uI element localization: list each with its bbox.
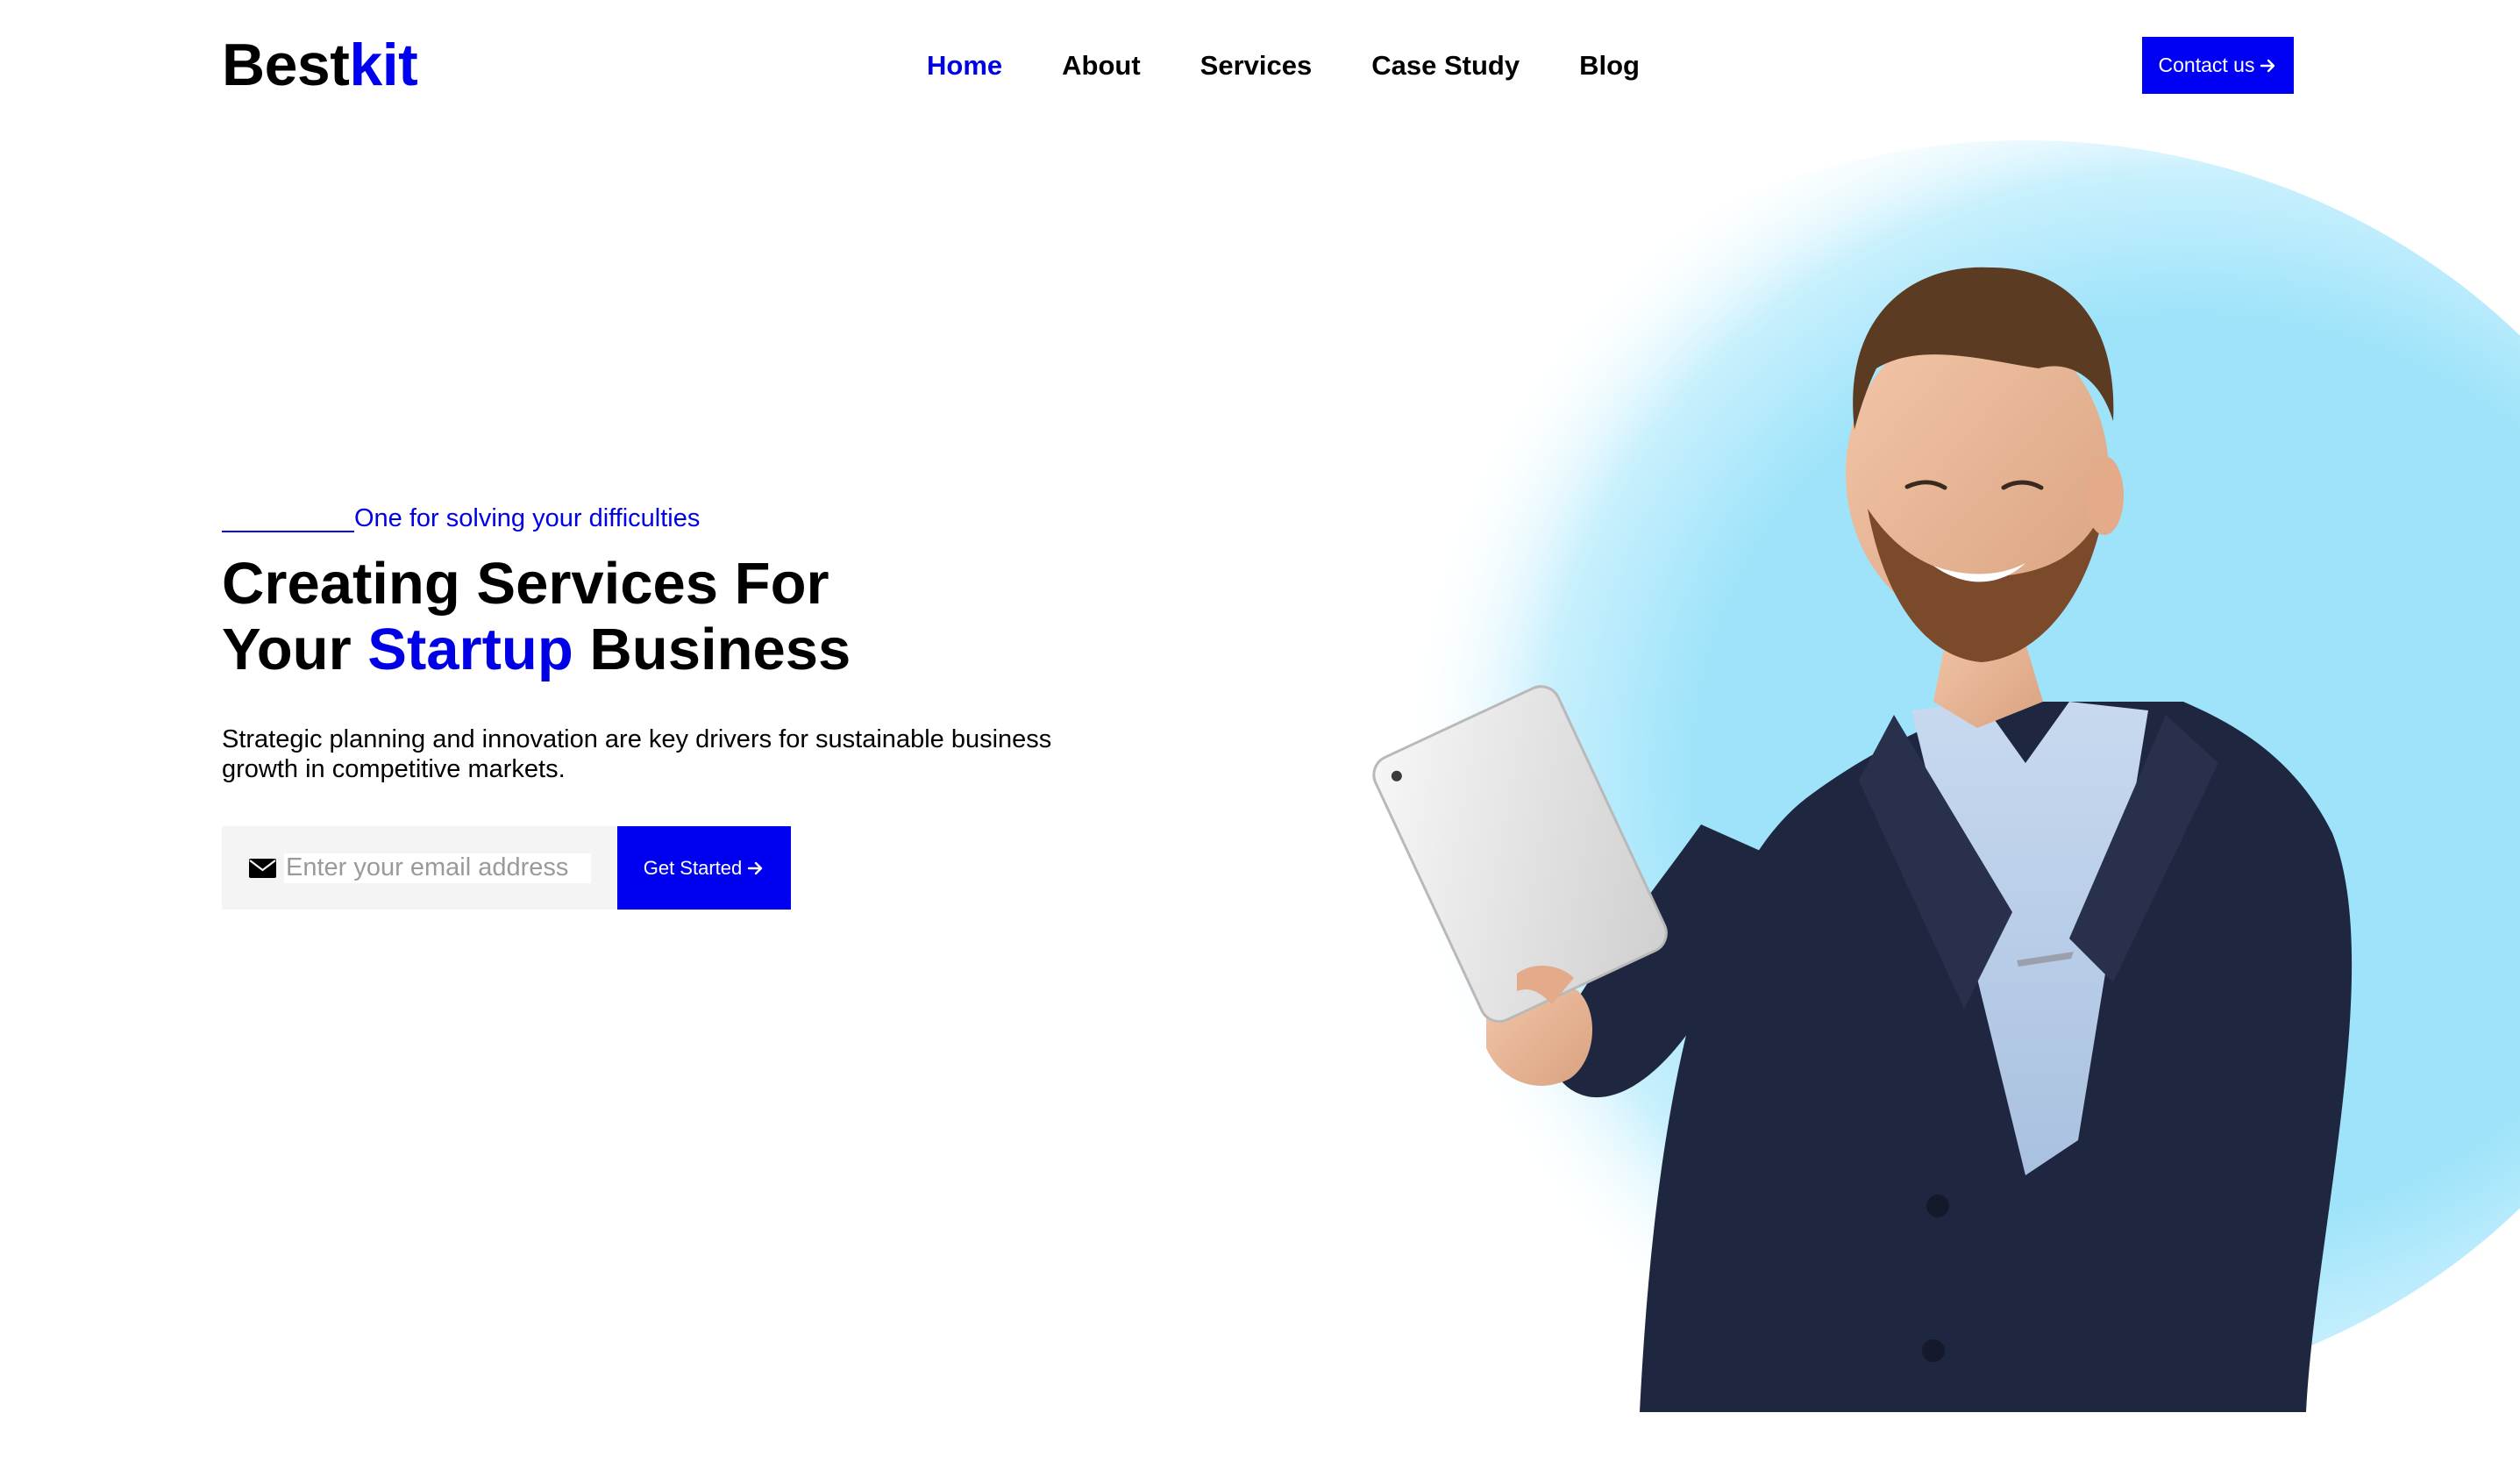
nav-item-home[interactable]: Home — [927, 46, 1002, 86]
nav-item-services[interactable]: Services — [1200, 46, 1313, 86]
tagline-text: One for solving your difficulties — [354, 504, 701, 532]
contact-us-label: Contact us — [2158, 54, 2255, 76]
get-started-button[interactable]: Get Started — [617, 826, 791, 910]
hero-headline: Creating Services For Your Startup Busin… — [222, 551, 851, 682]
tagline-underline — [222, 531, 354, 532]
nav-item-case-study[interactable]: Case Study — [1371, 46, 1520, 86]
envelope-icon — [248, 857, 277, 880]
headline-line-1: Creating Services For — [222, 551, 829, 617]
headline-accent-word: Startup — [367, 617, 573, 682]
logo-accent-text: kit — [349, 32, 418, 98]
email-signup-box — [222, 826, 617, 910]
nav-item-blog[interactable]: Blog — [1579, 46, 1640, 86]
contact-us-button[interactable]: Contact us — [2142, 37, 2294, 94]
arrow-right-icon — [747, 860, 765, 877]
landing-page: Bestkit Home About Services Case Study B… — [0, 0, 2520, 1470]
hero-description: Strategic planning and innovation are ke… — [222, 725, 1052, 783]
hero-tagline: One for solving your difficulties — [222, 502, 700, 535]
main-nav: Home About Services Case Study Blog — [927, 46, 1640, 86]
hero-image — [1140, 96, 2520, 1412]
arrow-right-icon — [2260, 57, 2277, 75]
logo-text: Best — [222, 32, 350, 98]
brand-logo[interactable]: Bestkit — [222, 30, 418, 100]
headline-line-2-prefix: Your — [222, 617, 368, 682]
headline-line-2-suffix: Business — [573, 617, 851, 682]
email-input[interactable] — [284, 853, 591, 883]
get-started-label: Get Started — [643, 856, 743, 879]
nav-item-about[interactable]: About — [1062, 46, 1141, 86]
